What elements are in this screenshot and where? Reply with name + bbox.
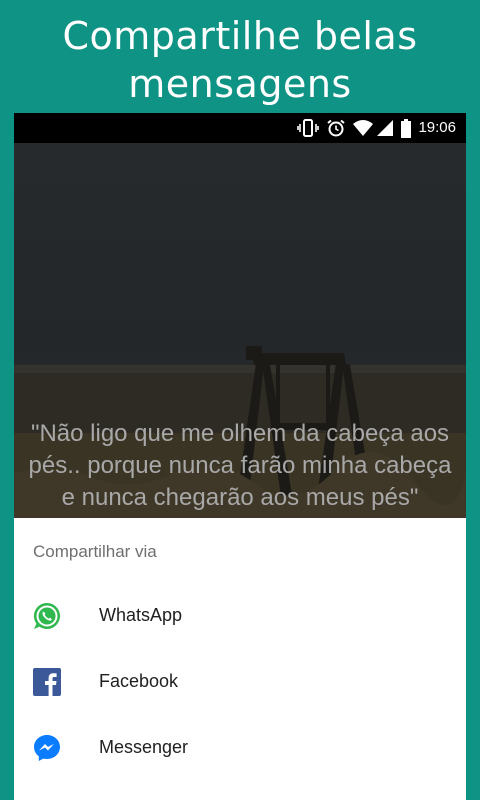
- facebook-icon: [33, 668, 61, 696]
- vibrate-icon: [297, 119, 319, 137]
- share-sheet-title: Compartilhar via: [33, 542, 157, 561]
- share-option-facebook[interactable]: Facebook: [14, 650, 466, 716]
- signal-icon: [377, 120, 393, 136]
- share-option-whatsapp[interactable]: WhatsApp: [14, 584, 466, 650]
- promo-title: Compartilhe belas mensagens: [0, 12, 480, 108]
- share-option-label: Messenger: [99, 737, 189, 757]
- phone-screen: 19:06 "Não ligo que me olhem da cabeça a…: [14, 113, 466, 800]
- whatsapp-icon: [33, 602, 61, 629]
- share-option-label: WhatsApp: [99, 605, 183, 625]
- wifi-icon: [353, 120, 373, 136]
- promo-title-line-1: Compartilhe belas: [62, 14, 418, 58]
- share-option-messenger[interactable]: Messenger: [14, 716, 466, 782]
- status-time: 19:06: [418, 119, 456, 136]
- quote-text: "Não ligo que me olhem da cabeça aos pés…: [28, 420, 452, 511]
- quote-background-photo: "Não ligo que me olhem da cabeça aos pés…: [14, 143, 466, 518]
- messenger-icon: [34, 735, 60, 761]
- status-bar: 19:06: [14, 113, 466, 143]
- share-option-label: Facebook: [99, 671, 179, 691]
- battery-icon: [401, 119, 411, 138]
- promo-title-line-2: mensagens: [128, 62, 352, 106]
- alarm-icon: [327, 119, 345, 137]
- share-sheet: Compartilhar via WhatsApp Facebook Messe…: [14, 518, 466, 800]
